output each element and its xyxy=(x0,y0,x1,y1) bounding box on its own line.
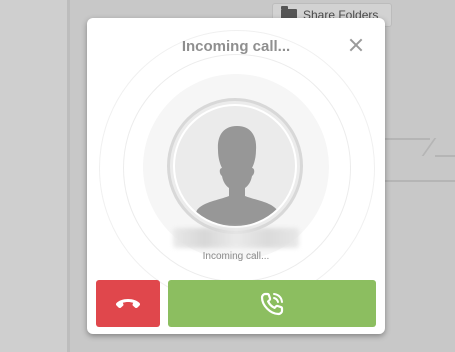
phone-hangup-icon xyxy=(115,298,141,308)
avatar-frame xyxy=(173,104,297,228)
phone-ringing-icon xyxy=(260,292,284,315)
left-panel xyxy=(0,0,67,352)
user-silhouette-icon xyxy=(195,126,279,226)
incoming-call-dialog: Incoming call... Incoming call... xyxy=(87,18,385,334)
accept-call-button[interactable] xyxy=(168,280,376,327)
decline-call-button[interactable] xyxy=(96,280,160,327)
close-icon[interactable] xyxy=(349,38,363,52)
call-status: Incoming call... xyxy=(202,251,270,262)
background-line xyxy=(385,180,455,182)
background-line xyxy=(385,138,430,140)
avatar xyxy=(167,98,303,234)
caller-name-redacted xyxy=(173,228,299,248)
dialog-title: Incoming call... xyxy=(181,38,291,55)
background-line xyxy=(435,155,455,157)
